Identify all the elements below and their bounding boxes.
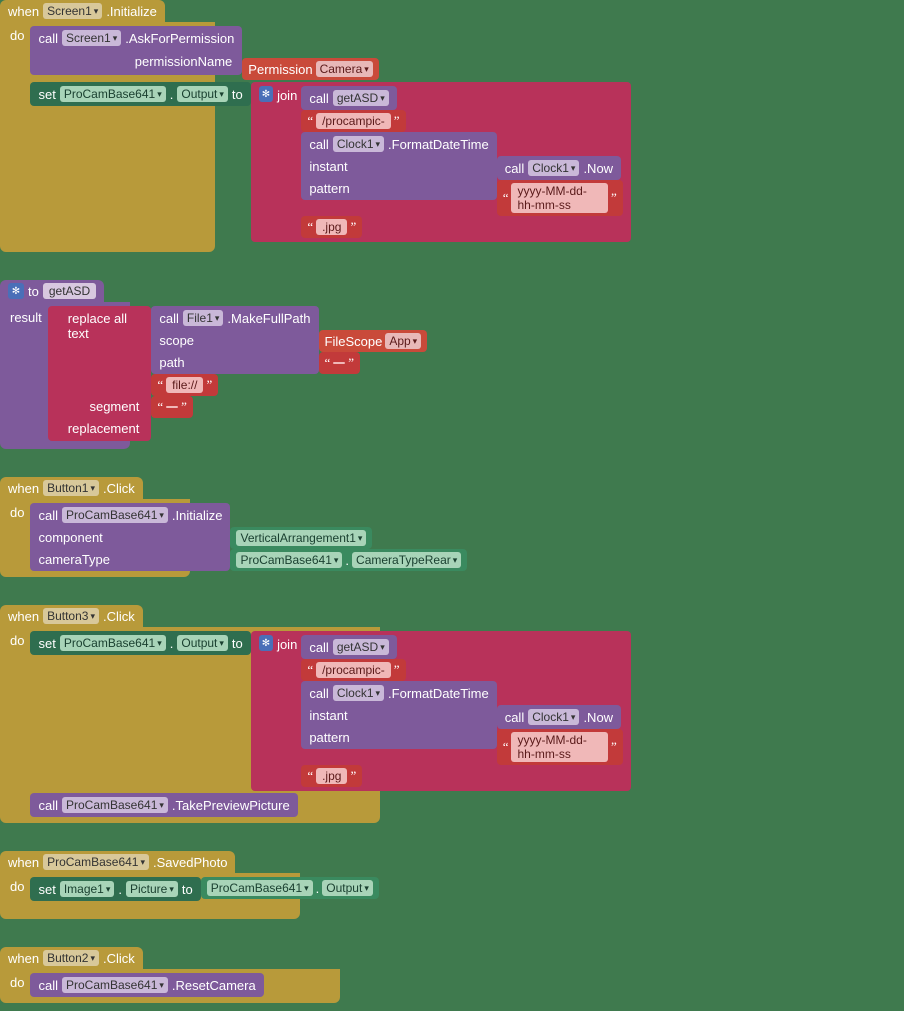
- string-datefmt-2[interactable]: “yyyy-MM-dd-hh-mm-ss”: [497, 729, 623, 765]
- when-button1-click[interactable]: when Button1▾ .Click do call ProCamBase6…: [0, 477, 904, 577]
- component-dropdown-button2[interactable]: Button2▾: [43, 950, 99, 966]
- string-fileuri[interactable]: “file://”: [151, 374, 218, 396]
- event-hat-savedphoto[interactable]: when ProCamBase641▾ .SavedPhoto: [0, 851, 235, 873]
- component-dropdown-file1[interactable]: File1▾: [183, 310, 224, 326]
- do-keyword: do: [6, 26, 30, 43]
- call-askforpermission[interactable]: call Screen1▾ .AskForPermission permissi…: [30, 26, 242, 75]
- filescope-value-dropdown[interactable]: App▾: [385, 333, 421, 349]
- call-formatdatetime-2[interactable]: call Clock1▾ .FormatDateTime instant pat…: [301, 681, 496, 749]
- call-getasd-2[interactable]: call getASD▾: [301, 635, 396, 659]
- call-takepreviewpicture[interactable]: call ProCamBase641▾ .TakePreviewPicture: [30, 793, 297, 817]
- arg-pattern: pattern: [309, 181, 349, 196]
- prop-dropdown-output[interactable]: Output▾: [177, 86, 228, 102]
- call-procambase-initialize[interactable]: call ProCamBase641▾ .Initialize componen…: [30, 503, 230, 571]
- string-empty-repl[interactable]: “ ”: [151, 396, 193, 418]
- string-jpg-1[interactable]: “.jpg”: [301, 216, 362, 238]
- event-hat[interactable]: when Screen1▾ .Initialize: [0, 0, 165, 22]
- call-clock-now-2[interactable]: call Clock1▾ .Now: [497, 705, 621, 729]
- arg-replacement: replacement: [68, 421, 140, 436]
- component-dropdown-button3[interactable]: Button3▾: [43, 608, 99, 624]
- filescope-enum[interactable]: FileScope App▾: [319, 330, 428, 352]
- arg-path: path: [159, 355, 184, 370]
- proc-name[interactable]: getASD: [43, 283, 96, 299]
- permission-enum[interactable]: Permission Camera▾: [242, 58, 379, 80]
- arg-segment: segment: [89, 399, 139, 414]
- component-dropdown-clock1[interactable]: Clock1▾: [333, 136, 384, 152]
- arg-component: component: [38, 530, 102, 545]
- component-dropdown-screen1[interactable]: Screen1▾: [43, 3, 102, 19]
- component-dropdown-screen1b[interactable]: Screen1▾: [62, 30, 121, 46]
- component-dropdown-procambase-sp[interactable]: ProCamBase641▾: [43, 854, 149, 870]
- join-block-2[interactable]: ✻ join call getASD▾ “/procampic-”: [251, 631, 631, 791]
- call-makefullpath[interactable]: call File1▾ .MakeFullPath scope path: [151, 306, 318, 374]
- procedure-getasd[interactable]: ✻ to getASD result replace all text segm…: [0, 280, 904, 449]
- join-block-1[interactable]: ✻ join call getASD▾ “/procampic-”: [251, 82, 631, 242]
- when-screen1-initialize[interactable]: when Screen1▾ .Initialize do call Screen…: [0, 0, 904, 252]
- call-resetcamera[interactable]: call ProCamBase641▾ .ResetCamera: [30, 973, 263, 997]
- gear-icon[interactable]: ✻: [259, 635, 273, 651]
- component-ref-verticalarrangement1[interactable]: VerticalArrangement1▾: [230, 527, 372, 549]
- set-output[interactable]: set ProCamBase641▾ . Output▾ to: [30, 82, 250, 106]
- arg-scope: scope: [159, 333, 194, 348]
- event-hat-b2[interactable]: when Button2▾ .Click: [0, 947, 143, 969]
- replace-all-text[interactable]: replace all text segment replacement: [48, 306, 152, 441]
- event-name: .Initialize: [106, 4, 157, 19]
- procedure-hat[interactable]: ✻ to getASD: [0, 280, 104, 302]
- component-dropdown-button1[interactable]: Button1▾: [43, 480, 99, 496]
- arg-cameratype: cameraType: [38, 552, 110, 567]
- event-hat-b3[interactable]: when Button3▾ .Click: [0, 605, 143, 627]
- component-dropdown-procambase[interactable]: ProCamBase641▾: [60, 86, 166, 102]
- set-image1-picture[interactable]: set Image1▾ . Picture▾ to: [30, 877, 200, 901]
- when-button2-click[interactable]: when Button2▾ .Click do call ProCamBase6…: [0, 947, 904, 1003]
- string-datefmt-1[interactable]: “yyyy-MM-dd-hh-mm-ss”: [497, 180, 623, 216]
- string-procampic-1[interactable]: “/procampic-”: [301, 110, 405, 132]
- when-savedphoto[interactable]: when ProCamBase641▾ .SavedPhoto do set I…: [0, 851, 904, 919]
- when-keyword: when: [8, 4, 39, 19]
- chevron-down-icon: ▾: [94, 7, 99, 16]
- result-keyword: result: [6, 306, 48, 325]
- arg-instant: instant: [309, 159, 347, 174]
- call-clock-now-1[interactable]: call Clock1▾ .Now: [497, 156, 621, 180]
- string-jpg-2[interactable]: “.jpg”: [301, 765, 362, 787]
- arg-permissionname: permissionName: [135, 54, 233, 69]
- when-button3-click[interactable]: when Button3▾ .Click do set ProCamBase64…: [0, 605, 904, 823]
- component-dropdown-clock1b[interactable]: Clock1▾: [528, 160, 579, 176]
- component-dropdown-procambase-b1[interactable]: ProCamBase641▾: [62, 507, 168, 523]
- call-formatdatetime-1[interactable]: call Clock1▾ .FormatDateTime instant pat…: [301, 132, 496, 200]
- call-getasd-1[interactable]: call getASD▾: [301, 86, 396, 110]
- get-cameratyperear[interactable]: ProCamBase641▾ . CameraTypeRear▾: [230, 549, 467, 571]
- gear-icon[interactable]: ✻: [8, 283, 24, 299]
- gear-icon[interactable]: ✻: [259, 86, 273, 102]
- event-hat-b1[interactable]: when Button1▾ .Click: [0, 477, 143, 499]
- set-output-b3[interactable]: set ProCamBase641▾ . Output▾ to: [30, 631, 250, 655]
- proc-dropdown-getasd[interactable]: getASD▾: [333, 90, 389, 106]
- permission-value-dropdown[interactable]: Camera▾: [316, 61, 373, 77]
- string-procampic-2[interactable]: “/procampic-”: [301, 659, 405, 681]
- get-procambase-output[interactable]: ProCamBase641▾ . Output▾: [201, 877, 379, 899]
- string-empty-path[interactable]: “ ”: [319, 352, 361, 374]
